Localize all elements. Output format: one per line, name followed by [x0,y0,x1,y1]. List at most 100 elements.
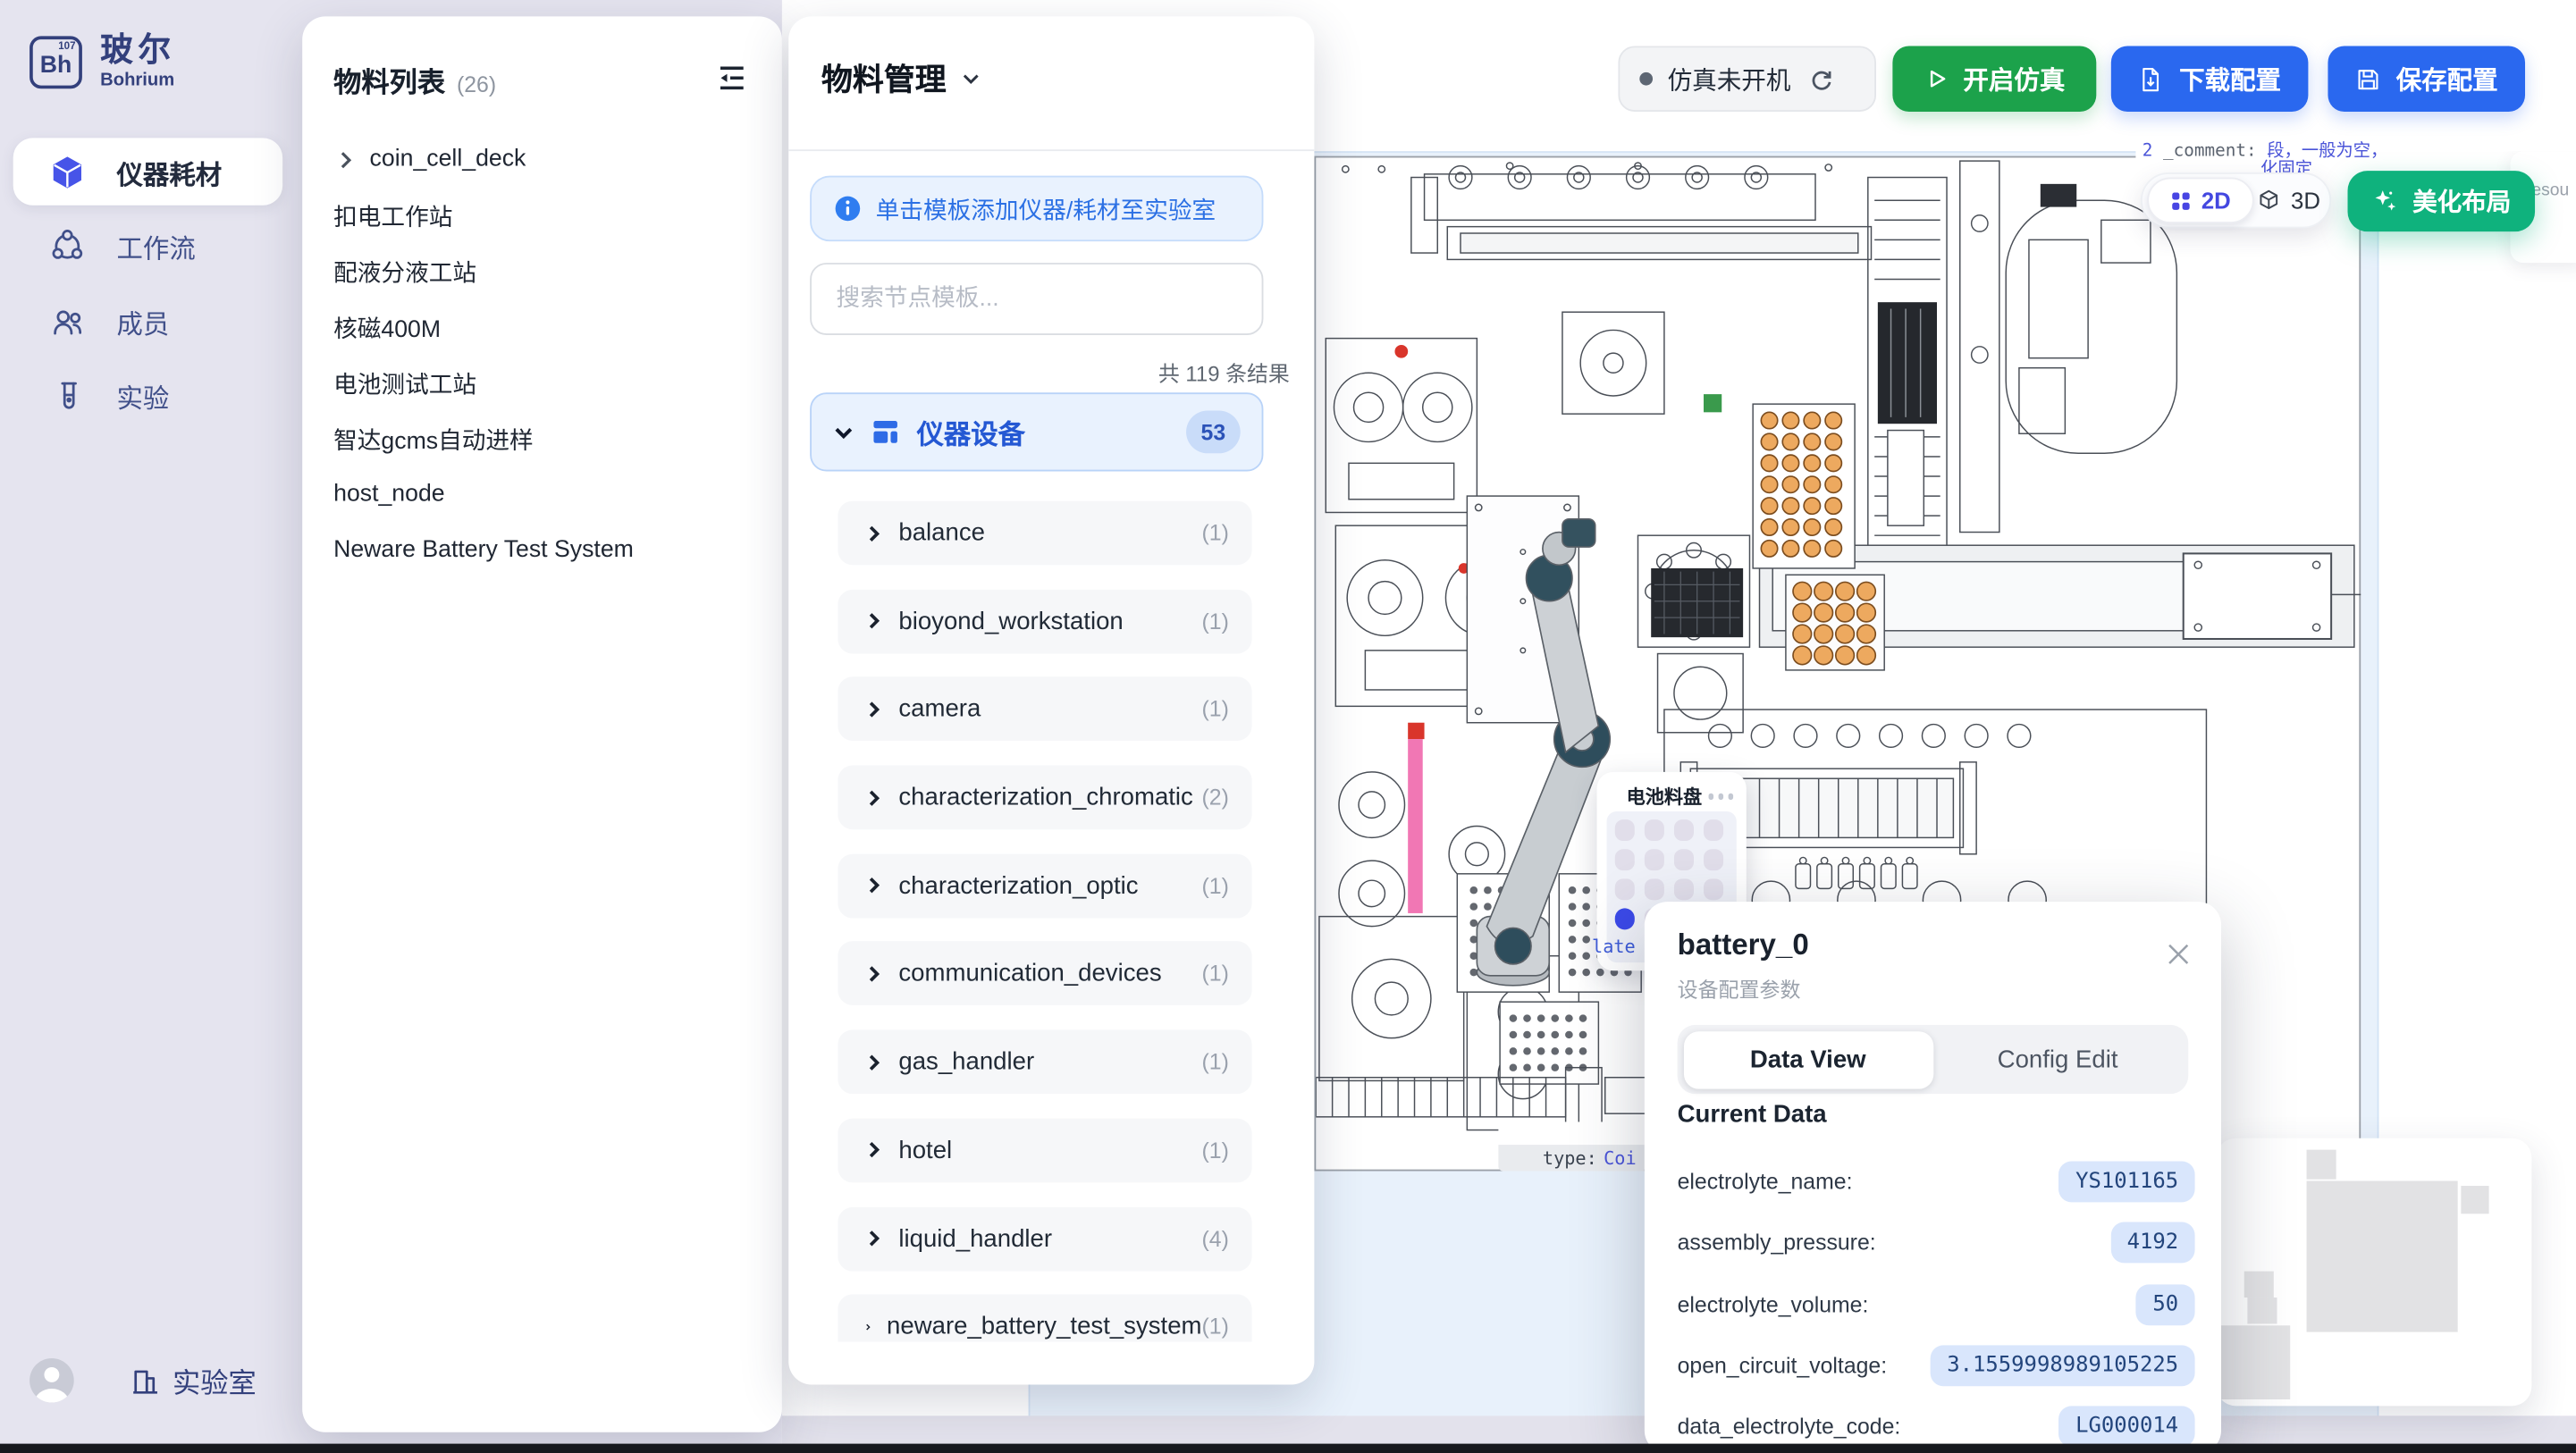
tab-config-edit[interactable]: Config Edit [1932,1030,2182,1088]
material-item[interactable]: host_node [302,466,782,522]
chevron-down-icon [833,421,854,442]
brand-name-en: Bohrium [100,71,176,90]
group-row-balance[interactable]: balance (1) [838,501,1251,566]
materials-title: 物料列表 [333,59,445,100]
group-row-characterization-chromatic[interactable]: characterization_chromatic (2) [838,766,1251,830]
material-item[interactable]: 智达gcms自动进样 [302,411,782,466]
tray-slot-selected[interactable] [1614,908,1635,928]
close-icon[interactable] [2165,941,2191,967]
play-icon [1924,66,1949,92]
section-count-badge: 53 [1186,411,1241,454]
chevron-right-icon [864,1229,884,1248]
manager-title-dropdown[interactable]: 物料管理 [788,16,1314,100]
field-row: data_electrolyte_code: LG000014 [1678,1407,2195,1448]
material-item[interactable]: 扣电工作站 [302,188,782,243]
download-config-button[interactable]: 下载配置 [2111,46,2309,112]
tray-slot[interactable] [1644,849,1664,869]
toggle-2d-label: 2D [2201,188,2231,214]
materials-panel: 物料列表 (26) coin_cell_deck 扣电工作站 配液分液工站 核磁… [302,16,782,1432]
tooltip-key: type: [1543,1147,1597,1169]
tray-slot[interactable] [1614,819,1635,840]
sidebar-item-experiments[interactable]: 实验 [13,362,282,429]
start-simulation-button[interactable]: 开启仿真 [1892,46,2096,112]
download-file-icon [2138,65,2166,93]
group-row-gas-handler[interactable]: gas_handler (1) [838,1030,1251,1095]
chevron-right-icon [864,876,884,895]
tray-more-icon[interactable] [1708,794,1733,799]
sidebar-nav: 仪器耗材 工作流 [13,138,282,429]
tray-slot[interactable] [1644,878,1664,899]
tray-slot[interactable] [1673,849,1694,869]
minimap-block [2244,1272,2274,1298]
refresh-icon[interactable] [1809,66,1834,91]
info-icon [835,196,861,222]
minimap[interactable] [2216,1138,2531,1407]
simulation-status-pill[interactable]: 仿真未开机 [1618,46,1876,112]
group-row-liquid-handler[interactable]: liquid_handler (4) [838,1206,1251,1271]
members-icon [49,303,85,339]
workflow-icon [49,228,85,264]
material-item[interactable]: coin_cell_deck [302,131,782,187]
chevron-right-icon [864,700,884,719]
logo-abbr: Bh [40,52,72,78]
material-item[interactable]: Neware Battery Test System [302,522,782,577]
tray-slot[interactable] [1673,878,1694,899]
beautify-layout-button[interactable]: 美化布局 [2348,171,2536,231]
material-item[interactable]: 电池测试工站 [302,355,782,410]
tray-slot[interactable] [1703,819,1723,840]
group-row-bioyond-workstation[interactable]: bioyond_workstation (1) [838,589,1251,653]
tray-slot[interactable] [1614,878,1635,899]
material-item[interactable]: 配液分液工站 [302,243,782,298]
material-item-label: 扣电工作站 [333,197,452,232]
chevron-right-icon [864,523,884,542]
sidebar-item-laboratory[interactable]: 实验室 [128,1360,256,1401]
sidebar-item-workflow[interactable]: 工作流 [13,213,282,280]
toggle-3d[interactable]: 3D [2253,178,2324,223]
minimap-block [2307,1150,2336,1180]
building-icon [128,1364,161,1397]
simulation-status-label: 仿真未开机 [1668,62,1791,97]
toggle-2d[interactable]: 2D [2147,178,2253,223]
experiment-icon [49,378,85,414]
material-item-label: 核磁400M [333,309,441,344]
field-value: LG000014 [2059,1407,2195,1448]
tray-slot[interactable] [1614,849,1635,869]
group-row-camera[interactable]: camera (1) [838,677,1251,742]
group-row-characterization-optic[interactable]: characterization_optic (1) [838,853,1251,918]
group-row-hotel[interactable]: hotel (1) [838,1118,1251,1182]
user-icon [29,1358,74,1403]
avatar[interactable] [29,1358,74,1403]
tray-slot[interactable] [1703,878,1723,899]
logo-mass: 107 [58,41,75,53]
toggle-3d-label: 3D [2291,188,2320,214]
material-item[interactable]: 核磁400M [302,299,782,355]
tray-slot[interactable] [1644,819,1664,840]
materials-count: (26) [457,72,496,97]
material-item-label: 配液分液工站 [333,254,476,289]
field-row: electrolyte_name: YS101165 [1678,1161,2195,1202]
field-row: electrolyte_volume: 50 [1678,1284,2195,1325]
sidebar-item-label: 仪器耗材 [116,152,222,191]
sidebar-item-members[interactable]: 成员 [13,288,282,355]
save-config-button[interactable]: 保存配置 [2328,46,2525,112]
battery-tray-title: 电池料盘 [1627,784,1703,810]
minimap-block [2216,1325,2290,1399]
chevron-right-icon [864,1317,872,1337]
group-row-communication-devices[interactable]: communication_devices (1) [838,942,1251,1006]
collapse-list-icon[interactable] [716,63,747,94]
battery-config-popup: battery_0 设备配置参数 Data View Config Edit C… [1645,902,2221,1453]
sparkles-icon [2371,188,2399,215]
template-groups-list: balance (1) bioyond_workstation (1) came… [838,501,1251,1342]
tray-slot[interactable] [1703,849,1723,869]
section-instruments[interactable]: 仪器设备 53 [810,392,1263,471]
manager-title: 物料管理 [821,55,947,100]
tooltip-value: Coi [1604,1147,1637,1169]
tray-slot[interactable] [1673,819,1694,840]
sidebar-item-label: 成员 [116,301,169,340]
node-annotation-fragment: 2 _comment: 段，一般为空，stat 化固定 [2135,139,2388,172]
plate-label-fragment: late [1592,936,1636,958]
group-row-neware-battery-test-system[interactable]: neware_battery_test_system (1) [838,1295,1251,1342]
search-input[interactable] [810,263,1263,335]
sidebar-item-instruments[interactable]: 仪器耗材 [13,138,282,205]
tab-data-view[interactable]: Data View [1683,1030,1932,1088]
